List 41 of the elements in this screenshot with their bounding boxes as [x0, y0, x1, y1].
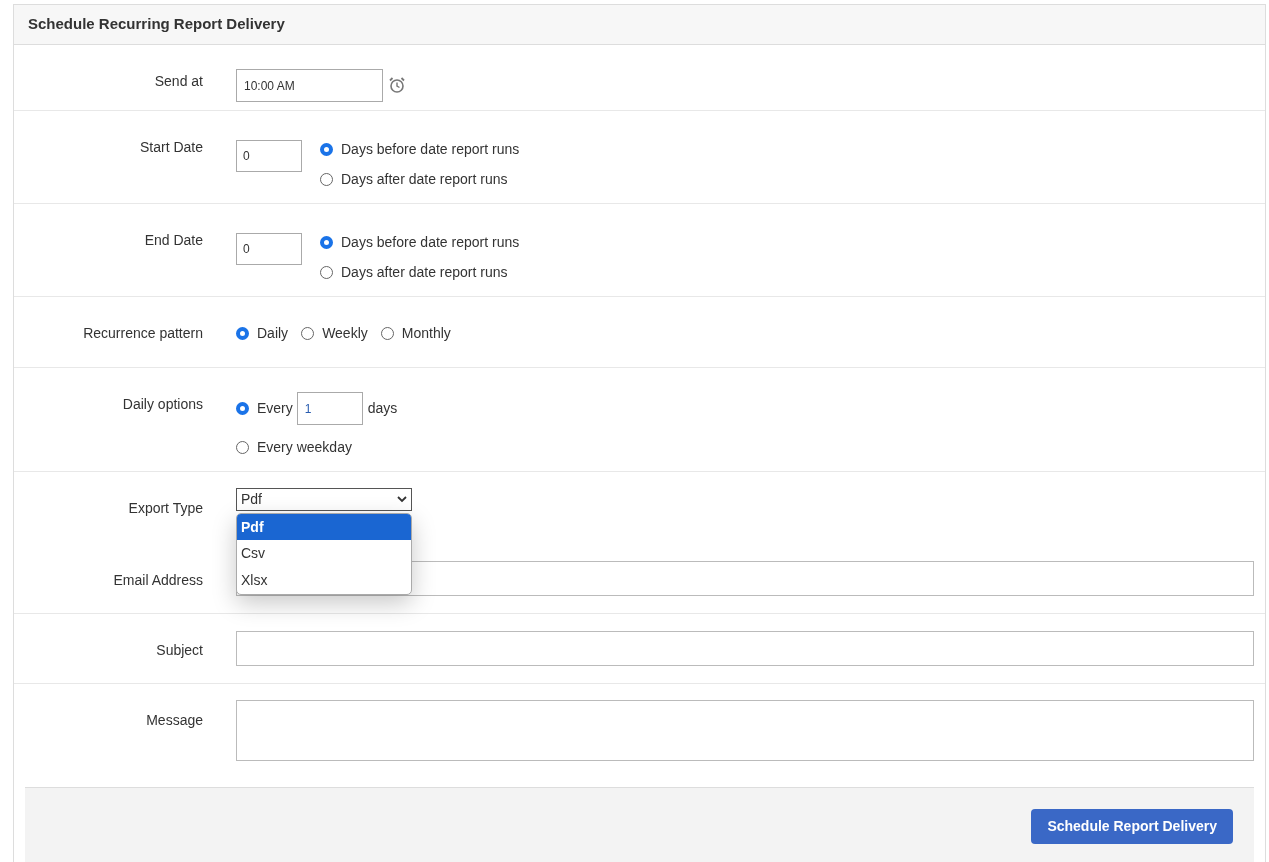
radio-label: Days before date report runs — [341, 140, 520, 159]
radio-label: Daily — [257, 324, 289, 343]
radio-label: Days after date report runs — [341, 170, 508, 189]
number-input[interactable]: 1 — [296, 392, 363, 425]
radio-label: Every weekday — [257, 438, 352, 457]
time-input[interactable]: 10:00 AM — [236, 69, 383, 102]
radio-button[interactable] — [320, 173, 333, 186]
text-input[interactable] — [236, 631, 1254, 666]
radio-button[interactable] — [320, 143, 333, 156]
unit-label: days — [367, 399, 398, 418]
radio-button[interactable] — [320, 266, 333, 279]
dropdown-option[interactable]: Pdf — [237, 514, 411, 540]
field-label: Subject — [155, 641, 203, 660]
radio-button[interactable] — [320, 236, 333, 249]
field-label: Start Date — [138, 138, 203, 157]
chevron-down-icon — [397, 496, 407, 503]
alarm-clock-icon[interactable] — [388, 75, 406, 94]
radio-label: Every — [257, 399, 293, 418]
radio-label: Days after date report runs — [341, 263, 508, 282]
radio-button[interactable] — [236, 327, 249, 340]
radio-button[interactable] — [380, 327, 394, 340]
export-type-select[interactable]: Pdf — [236, 488, 412, 511]
radio-button[interactable] — [236, 402, 249, 415]
radio-button[interactable] — [301, 327, 315, 340]
radio-label: Monthly — [401, 324, 451, 343]
field-label: Send at — [153, 72, 203, 91]
dropdown-option[interactable]: Csv — [237, 540, 411, 567]
dropdown-option[interactable]: Xlsx — [237, 567, 411, 594]
radio-label: Days before date report runs — [341, 233, 520, 252]
number-input[interactable]: 0 — [236, 140, 302, 172]
field-label: Recurrence pattern — [82, 324, 203, 343]
field-label: End Date — [143, 231, 203, 250]
radio-label: Weekly — [322, 324, 368, 343]
schedule-button[interactable]: Schedule Report Delivery — [1031, 809, 1233, 844]
field-label: Daily options — [121, 395, 203, 414]
field-label: Message — [145, 711, 203, 730]
panel-title: Schedule Recurring Report Delivery — [28, 14, 285, 35]
number-input[interactable]: 0 — [236, 233, 302, 265]
field-label: Export Type — [127, 499, 203, 518]
radio-button[interactable] — [236, 441, 249, 454]
field-label: Email Address — [112, 571, 203, 590]
